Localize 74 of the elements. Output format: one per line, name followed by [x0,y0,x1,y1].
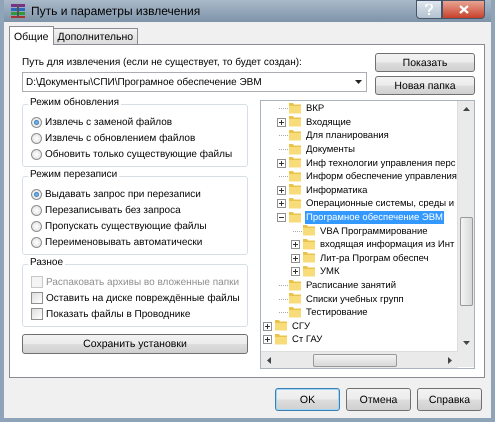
tree-item[interactable]: VBA Программирование [319,224,429,238]
expand-icon[interactable] [277,186,286,195]
vertical-scrollbar[interactable] [457,101,474,351]
ok-button[interactable]: OK [275,388,340,411]
help-icon [425,4,433,15]
radio-button[interactable] [31,204,42,216]
scroll-down-icon [462,341,470,345]
checkbox[interactable] [31,292,43,304]
close-button[interactable] [442,0,485,19]
radio-button[interactable] [31,132,42,144]
option-label: Распаковать архивы во вложенные папки [46,276,240,288]
new-folder-button[interactable]: Новая папка [375,76,475,95]
option-label: Обновить только существующие файлы [45,148,232,160]
path-label: Путь для извлечения (если не существует, то будет создан): [22,57,303,68]
group-title: Режим перезаписи [28,169,120,180]
tree-item[interactable]: Расписание занятий [305,279,398,292]
dropdown-arrow-icon [355,80,362,84]
expand-icon[interactable] [291,267,300,276]
expand-icon[interactable] [263,322,272,331]
option-label: Перезаписывать без запроса [45,204,181,216]
option-label: Оставить на диске повреждённые файлы [46,292,240,304]
collapse-icon[interactable] [277,213,286,222]
horizontal-scrollbar[interactable] [261,351,458,368]
show-button[interactable]: Показать [375,53,475,72]
scroll-thumb[interactable] [313,354,397,366]
radio-button[interactable] [31,148,42,160]
tree-item[interactable]: УМК [319,265,340,278]
tree-item[interactable]: Операционные системы, среды и [305,197,456,210]
help-button[interactable]: Справка [417,388,482,411]
save-settings-button[interactable]: Сохранить установки [22,334,248,354]
expand-icon[interactable] [277,118,286,127]
radio-button[interactable] [31,236,42,248]
help-button[interactable] [416,0,442,19]
tree-item[interactable]: Информатика [305,184,368,197]
tree-item[interactable]: Документы [305,143,356,156]
tree-item[interactable]: Тестирование [305,306,369,320]
expand-icon[interactable] [291,240,300,250]
option-label: Извлечь с обновлением файлов [45,132,196,144]
tree-item[interactable]: Информ обеспечение управления [305,170,457,184]
tab[interactable]: Общие [9,26,54,45]
cancel-button[interactable]: Отмена [346,388,411,411]
scroll-right-icon [448,356,452,364]
window-title: Путь и параметры извлечения [31,4,202,18]
radio-button[interactable] [31,188,42,200]
tree-item[interactable]: Инф технологии управления перс [305,156,456,170]
scroll-left-icon [267,356,271,364]
tree-item[interactable]: входящая информация из Инт [319,238,456,252]
radio-button[interactable] [31,116,42,128]
scroll-up-icon [462,107,470,111]
option-label: Пропускать существующие файлы [45,220,207,232]
group-title: Режим обновления [28,97,121,108]
tree-item[interactable]: ВКР [305,102,326,116]
tree-item[interactable]: СГУ [291,320,312,333]
tree-item[interactable]: Списки учебных групп [305,292,405,306]
option-label: Извлечь с заменой файлов [45,116,172,128]
tree-item[interactable]: Ст ГАУ [291,333,324,346]
expand-icon[interactable] [263,335,272,344]
expand-icon[interactable] [277,199,286,208]
expand-icon[interactable] [291,254,300,263]
option-label: Переименовывать автоматически [45,236,202,248]
option-label: Выдавать запрос при перезаписи [45,188,201,200]
close-icon [458,5,468,14]
group-title: Разное [28,257,66,268]
scroll-thumb[interactable] [460,217,472,306]
tab[interactable]: Дополнительно [52,28,138,44]
option-label: Показать файлы в Проводнике [46,308,190,320]
checkbox[interactable] [31,308,43,320]
tree-item[interactable]: Лит-ра Програм обеспеч [319,252,430,265]
radio-button[interactable] [31,220,42,232]
tree-item[interactable]: Входящие [305,116,352,129]
path-combobox[interactable]: D:\Документы\СПИ\Програмное обеспечение ЭВМ [22,72,367,92]
expand-icon[interactable] [277,158,286,168]
archive-icon [10,3,26,19]
tree-item[interactable]: Для планирования [305,129,390,142]
